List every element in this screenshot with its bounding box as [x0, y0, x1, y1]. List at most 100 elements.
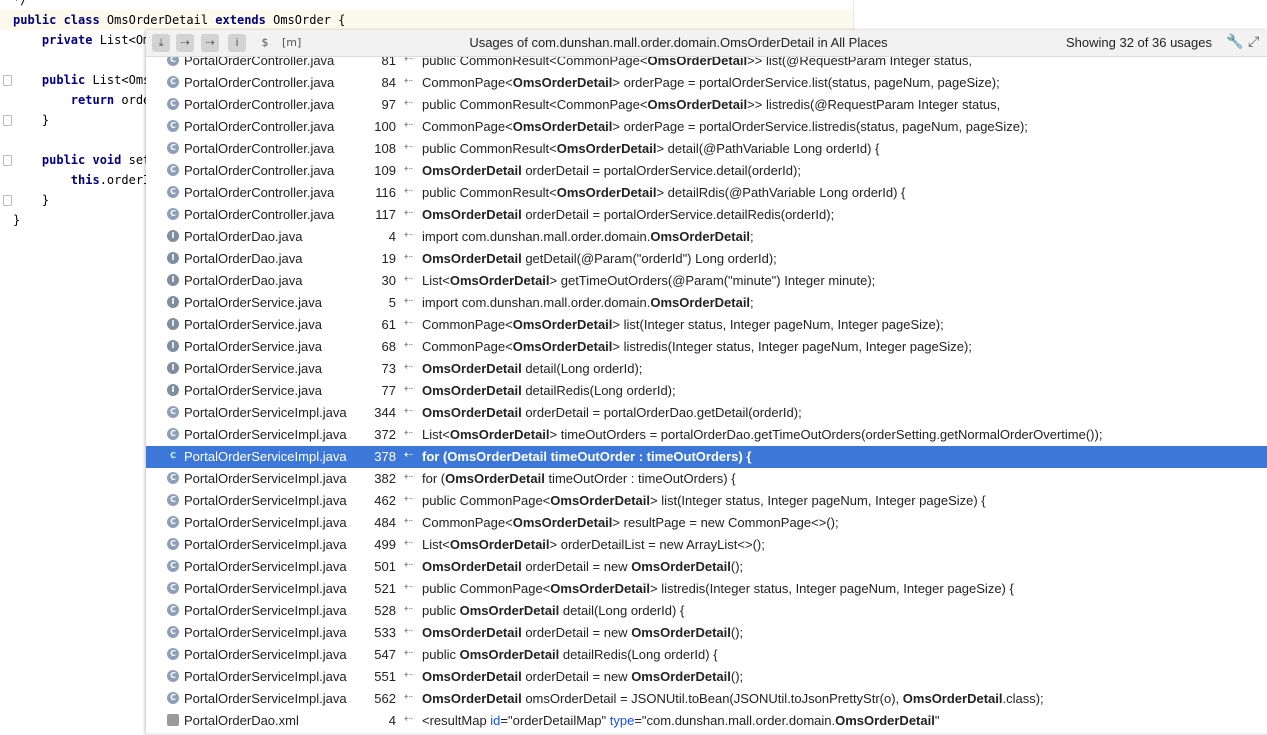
class-file-icon: C [167, 494, 179, 506]
code-text: ="orderDetailMap" [500, 713, 610, 728]
usage-file-name: PortalOrderService.java [184, 383, 322, 398]
usage-code-snippet: CommonPage<OmsOrderDetail> listredis(Int… [422, 339, 972, 354]
usage-file-name: PortalOrderController.java [184, 141, 335, 156]
usage-line-number: 344 [374, 405, 396, 420]
usage-row[interactable]: C PortalOrderController.java 117 ⇠ OmsOrderD… [146, 204, 1267, 226]
usage-file-name: PortalOrderController.java [184, 185, 335, 200]
usage-row[interactable]: I PortalOrderDao.java 30 ⇠ List<OmsOrderDeta… [146, 270, 1267, 292]
usage-code-snippet: OmsOrderDetail orderDetail = new OmsOrde… [422, 559, 743, 574]
usages-list[interactable]: C PortalOrderController.java 81 ⇠ public Com… [146, 57, 1267, 733]
usage-row[interactable]: C PortalOrderServiceImpl.java 501 ⇠ OmsOrder… [146, 556, 1267, 578]
usage-row-selected[interactable]: C PortalOrderServiceImpl.java 378 ⇠ for (Oms… [146, 446, 1267, 468]
editor-code-line[interactable]: private List<Om [13, 30, 150, 50]
usage-line-number: 77 [381, 383, 396, 398]
code-text: .class); [1002, 691, 1044, 706]
code-text: public CommonResult<CommonPage< [422, 97, 648, 112]
code-text: } [41, 113, 50, 127]
usage-row[interactable]: I PortalOrderService.java 5 ⇠ import com.dun… [146, 292, 1267, 314]
usage-row[interactable]: C PortalOrderController.java 84 ⇠ CommonPage… [146, 72, 1267, 94]
editor-code-line[interactable]: public List<Oms [13, 70, 150, 90]
usage-row[interactable]: C PortalOrderController.java 97 ⇠ public Com… [146, 94, 1267, 116]
editor-code-line[interactable]: public class OmsOrderDetail extends OmsO… [13, 10, 345, 30]
editor-code-line[interactable]: } [13, 190, 49, 210]
code-keyword: public [41, 73, 93, 87]
class-file-icon: C [167, 164, 179, 176]
usage-row[interactable]: C PortalOrderServiceImpl.java 533 ⇠ OmsOrder… [146, 622, 1267, 644]
usages-popup[interactable]: ⤓ ⇢ ⇢ i $ [m] Usages of com.dunshan.mall… [146, 30, 1267, 735]
fold-marker-icon[interactable] [3, 75, 12, 86]
code-text: (); [730, 625, 744, 640]
class-file-icon: C [167, 648, 179, 660]
usage-line-number: 81 [381, 57, 396, 68]
highlighted-symbol: OmsOrderDetail [550, 581, 650, 596]
usage-line-number: 372 [374, 427, 396, 442]
code-text: timeOutOrder : timeOutOrders) { [544, 471, 736, 486]
usage-code-snippet: <resultMap id="orderDetailMap" type="com… [422, 713, 939, 728]
fold-marker-icon[interactable] [3, 195, 12, 206]
usage-row[interactable]: C PortalOrderServiceImpl.java 562 ⇠ OmsOrder… [146, 688, 1267, 710]
usage-code-snippet: public CommonPage<OmsOrderDetail> listre… [422, 581, 1014, 596]
code-text: timeOutOrder : timeOutOrders) { [546, 449, 752, 464]
code-keyword: public void [41, 153, 129, 167]
usage-row[interactable]: C PortalOrderServiceImpl.java 521 ⇠ public C… [146, 578, 1267, 600]
code-text: orderDetail = portalOrderService.detailR… [521, 207, 835, 222]
editor-code-line[interactable]: */ [13, 0, 27, 10]
usage-row[interactable]: C PortalOrderController.java 100 ⇠ CommonPag… [146, 116, 1267, 138]
editor-code-line[interactable]: this.orderI [13, 170, 150, 190]
code-text: CommonPage< [422, 339, 513, 354]
usages-count: Showing 32 of 36 usages [1066, 35, 1212, 50]
usage-row[interactable]: C PortalOrderServiceImpl.java 344 ⇠ OmsOrder… [146, 402, 1267, 424]
usage-code-snippet: List<OmsOrderDetail> timeOutOrders = por… [422, 427, 1102, 442]
read-access-arrow-icon: ⇠ [404, 184, 414, 197]
usage-row[interactable]: C PortalOrderController.java 109 ⇠ OmsOrderD… [146, 160, 1267, 182]
class-file-icon: C [167, 98, 179, 110]
usage-row[interactable]: C PortalOrderServiceImpl.java 547 ⇠ public O… [146, 644, 1267, 666]
usage-code-snippet: OmsOrderDetail orderDetail = new OmsOrde… [422, 625, 743, 640]
code-text: ; [750, 229, 754, 244]
usages-title: Usages of com.dunshan.mall.order.domain.… [469, 35, 888, 50]
highlighted-symbol: OmsOrderDetail [631, 625, 731, 640]
class-file-icon: C [167, 472, 179, 484]
read-access-arrow-icon: ⇠ [404, 250, 414, 263]
code-text: public [422, 647, 460, 662]
usage-row[interactable]: I PortalOrderDao.java 19 ⇠ OmsOrderDetail ge… [146, 248, 1267, 270]
usage-row[interactable]: PortalOrderDao.xml 4 ⇠ <resultMap id="order… [146, 710, 1267, 732]
usage-row[interactable]: C PortalOrderServiceImpl.java 382 ⇠ for (Oms… [146, 468, 1267, 490]
fold-marker-icon[interactable] [3, 155, 12, 166]
editor-code-line[interactable]: } [13, 110, 49, 130]
editor-code-line[interactable]: return orde [13, 90, 150, 110]
highlighted-symbol: OmsOrderDetail [512, 339, 613, 354]
usage-code-snippet: import com.dunshan.mall.order.domain.Oms… [422, 229, 754, 244]
usage-row[interactable]: C PortalOrderServiceImpl.java 499 ⇠ List<Oms… [146, 534, 1267, 556]
usage-row[interactable]: C PortalOrderServiceImpl.java 462 ⇠ public C… [146, 490, 1267, 512]
class-file-icon: C [167, 692, 179, 704]
read-access-arrow-icon: ⇠ [404, 492, 414, 505]
fold-marker-icon[interactable] [3, 115, 12, 126]
editor-code-line[interactable]: } [13, 210, 20, 230]
usage-file-name: PortalOrderController.java [184, 207, 335, 222]
usage-file-name: PortalOrderService.java [184, 295, 322, 310]
interface-file-icon: I [167, 230, 179, 242]
highlighted-symbol: OmsOrderDetail [512, 317, 613, 332]
editor-code-line[interactable]: public void set [13, 150, 150, 170]
usage-row[interactable]: I PortalOrderService.java 77 ⇠ OmsOrderDetai… [146, 380, 1267, 402]
settings-wrench-icon[interactable]: 🔧 [1226, 34, 1243, 50]
usage-row[interactable]: C PortalOrderServiceImpl.java 528 ⇠ public O… [146, 600, 1267, 622]
usage-row[interactable]: C PortalOrderServiceImpl.java 372 ⇠ List<Oms… [146, 424, 1267, 446]
usage-row[interactable]: I PortalOrderService.java 68 ⇠ CommonPage<Om… [146, 336, 1267, 358]
pin-icon[interactable]: ⤢ [1248, 34, 1259, 50]
highlighted-symbol: OmsOrderDetail [422, 163, 522, 178]
usage-row[interactable]: I PortalOrderService.java 73 ⇠ OmsOrderDetai… [146, 358, 1267, 380]
usage-row[interactable]: C PortalOrderController.java 116 ⇠ public Co… [146, 182, 1267, 204]
usage-row[interactable]: C PortalOrderServiceImpl.java 484 ⇠ CommonPa… [146, 512, 1267, 534]
usage-row[interactable]: C PortalOrderController.java 108 ⇠ public Co… [146, 138, 1267, 160]
interface-file-icon: I [167, 384, 179, 396]
read-access-arrow-icon: ⇠ [404, 514, 414, 527]
usage-row[interactable]: C PortalOrderServiceImpl.java 551 ⇠ OmsOrder… [146, 666, 1267, 688]
read-access-arrow-icon: ⇠ [404, 426, 414, 439]
usage-row[interactable]: I PortalOrderService.java 61 ⇠ CommonPage<Om… [146, 314, 1267, 336]
usage-row[interactable]: C PortalOrderController.java 81 ⇠ public Com… [146, 57, 1267, 72]
code-text: public CommonResult< [422, 141, 557, 156]
usage-line-number: 117 [375, 207, 396, 222]
usage-row[interactable]: I PortalOrderDao.java 4 ⇠ import com.dunshan… [146, 226, 1267, 248]
